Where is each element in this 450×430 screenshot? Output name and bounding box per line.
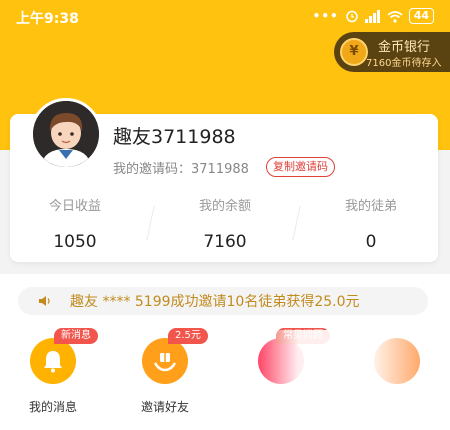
stat-label: 我的余额 xyxy=(198,199,251,214)
battery-icon: 44 xyxy=(408,8,434,24)
new-message-badge: 新消息 xyxy=(54,328,98,344)
stat-value: 7160 xyxy=(203,232,247,252)
coin-bank-title: 金币银行 xyxy=(378,40,431,55)
signal-icon xyxy=(364,9,380,23)
stat-label: 我的徒弟 xyxy=(344,199,397,214)
stat-balance[interactable]: 我的余额 7160 xyxy=(150,195,300,252)
wifi-icon xyxy=(387,10,403,23)
status-icons: ••• 44 xyxy=(313,8,434,24)
faq-badge: 常见问题 xyxy=(276,328,330,344)
status-dots: ••• xyxy=(312,9,339,23)
gift-hands-icon xyxy=(142,338,188,384)
copy-invite-code-button[interactable]: 复制邀请码 xyxy=(266,157,335,177)
bell-icon xyxy=(30,338,76,384)
status-time: 上午9:38 xyxy=(16,11,79,27)
more-icon xyxy=(374,338,420,384)
announcement-ticker[interactable]: 趣友 **** 5199成功邀请10名徒弟获得25.0元 xyxy=(18,287,428,315)
stat-label: 今日收益 xyxy=(48,199,101,214)
coin-bank-button[interactable]: ¥ 金币银行 7160金币待存入 xyxy=(334,32,450,72)
alarm-icon xyxy=(345,10,358,23)
stat-apprentices[interactable]: 我的徒弟 0 xyxy=(296,195,446,252)
feature-label: 邀请好友 xyxy=(140,400,189,414)
avatar[interactable] xyxy=(30,98,102,170)
coin-icon: ¥ xyxy=(340,38,368,66)
feature-label: 我的消息 xyxy=(28,400,77,414)
stat-value: 0 xyxy=(365,232,377,252)
coin-bank-subtitle: 7160金币待存入 xyxy=(366,58,442,69)
username: 趣友3711988 xyxy=(113,126,236,148)
reward-badge: 2.5元 xyxy=(168,328,208,344)
speaker-icon xyxy=(39,296,50,306)
status-bar: 上午9:38 ••• 44 xyxy=(0,0,450,34)
stat-today-earnings[interactable]: 今日收益 1050 xyxy=(0,195,150,252)
help-icon xyxy=(258,338,304,384)
invite-code: 我的邀请码：3711988 xyxy=(113,162,249,177)
ticker-text: 趣友 **** 5199成功邀请10名徒弟获得25.0元 xyxy=(70,294,360,310)
stat-value: 1050 xyxy=(53,232,97,252)
